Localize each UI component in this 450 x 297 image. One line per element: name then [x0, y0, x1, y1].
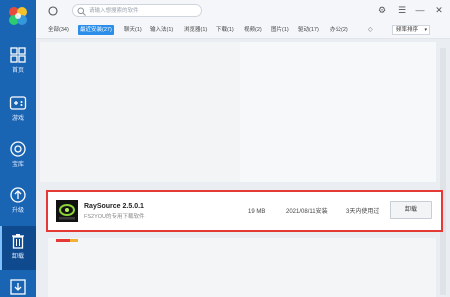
app-description: FS2YOU的专用下载软件: [84, 214, 145, 220]
logo-icon: [9, 7, 27, 25]
app-size: 19 MB: [248, 209, 266, 215]
search-icon: [77, 7, 86, 16]
sidebar-item-games[interactable]: 游戏: [0, 88, 36, 132]
tab-image[interactable]: 图片(1): [271, 25, 289, 35]
tab-recent[interactable]: 最近安装(27): [78, 25, 114, 35]
tab-input-method[interactable]: 输入法(1): [150, 25, 173, 35]
refresh-icon[interactable]: [47, 5, 59, 17]
settings-icon[interactable]: ⚙: [376, 4, 388, 16]
next-row-panel: [48, 238, 436, 297]
sidebar: 首页 游戏 宝库 升级 卸载: [0, 0, 36, 297]
content-panel-inner: [240, 42, 436, 182]
app-name: RaySource 2.5.0.1: [84, 203, 144, 210]
tab-chat[interactable]: 聊天(1): [124, 25, 142, 35]
uninstall-button[interactable]: 卸载: [390, 201, 432, 219]
tab-driver[interactable]: 驱动(17): [298, 25, 319, 35]
table-row[interactable]: RaySource 2.5.0.1 FS2YOU的专用下载软件 19 MB 20…: [46, 190, 443, 232]
sort-label: 频率排序: [396, 27, 419, 33]
home-icon: [10, 47, 26, 63]
tab-browser[interactable]: 浏览器(1): [184, 25, 207, 35]
gamepad-icon: [9, 96, 27, 110]
sidebar-item-label: 首页: [11, 68, 24, 74]
more-tabs-icon[interactable]: ◇: [368, 25, 373, 35]
scrollbar[interactable]: [440, 48, 446, 295]
tab-download[interactable]: 下载(1): [216, 25, 234, 35]
download-icon: [10, 279, 26, 295]
raysource-app-icon: [56, 200, 78, 222]
next-app-icon: [56, 239, 78, 242]
sidebar-item-treasure[interactable]: 宝库: [0, 134, 36, 178]
sort-dropdown[interactable]: 频率排序 ▾: [392, 25, 430, 35]
search-input[interactable]: 请输入想搜索的软件: [72, 4, 202, 17]
sidebar-item-label: 游戏: [11, 116, 24, 122]
menu-icon[interactable]: ☰: [396, 4, 408, 16]
content-panel: [40, 42, 436, 182]
trash-icon: [12, 234, 24, 249]
chevron-down-icon: ▾: [424, 27, 427, 33]
search-placeholder: 请输入想搜索的软件: [89, 8, 139, 14]
app-logo: [0, 0, 36, 36]
upgrade-icon: [10, 187, 26, 203]
treasure-icon: [10, 141, 26, 157]
sidebar-item-upgrade[interactable]: 升级: [0, 180, 36, 224]
title-bar: 请输入想搜索的软件 ⚙ ☰ — ✕: [36, 0, 450, 22]
tab-all[interactable]: 全部(34): [48, 25, 69, 35]
sidebar-item-downloads[interactable]: [0, 272, 36, 297]
sidebar-item-home[interactable]: 首页: [0, 40, 36, 84]
sidebar-item-label: 卸载: [11, 254, 24, 260]
category-tabs: 全部(34) 最近安装(27) 聊天(1) 输入法(1) 浏览器(1) 下载(1…: [36, 22, 450, 39]
tab-video[interactable]: 视频(2): [244, 25, 262, 35]
close-icon[interactable]: ✕: [433, 4, 445, 16]
sidebar-item-uninstall[interactable]: 卸载: [0, 226, 36, 270]
install-date: 2021/08/11安装: [286, 209, 328, 215]
sidebar-item-label: 宝库: [11, 162, 24, 168]
tab-office[interactable]: 办公(2): [330, 25, 348, 35]
minimize-icon[interactable]: —: [414, 4, 426, 16]
last-used: 3天内使用过: [346, 209, 380, 215]
sidebar-item-label: 升级: [11, 208, 24, 214]
